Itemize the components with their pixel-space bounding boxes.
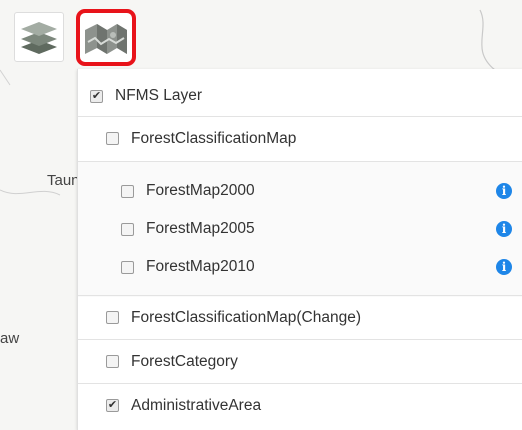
layer-row-forest-category[interactable]: ForestCategory [78,339,522,383]
map-place-label-aw: aw [0,330,20,347]
folded-map-icon [85,23,127,54]
nfms-layer-checkbox[interactable]: ✔ [90,89,103,103]
administrative-area-checkbox[interactable]: ✔ [106,399,119,412]
forestmap2000-checkbox[interactable] [121,184,134,198]
base-map-button[interactable] [76,9,136,66]
layer-row-forestmap2010[interactable]: ForestMap2010 i [78,248,522,286]
layer-label: ForestMap2000 [146,182,255,199]
layer-panel: ✔ NFMS Layer ForestClassificationMap For… [77,69,522,430]
layers-button[interactable] [14,12,64,62]
forest-category-checkbox[interactable] [106,355,119,368]
layer-row-forest-classification-map-change[interactable]: ForestClassificationMap(Change) [78,295,522,339]
layer-row-nfms[interactable]: ✔ NFMS Layer [78,77,522,115]
info-icon[interactable]: i [496,221,512,237]
layer-label: ForestMap2005 [146,220,255,237]
info-icon[interactable]: i [496,183,512,199]
layer-label: ForestClassificationMap [131,129,297,147]
layer-row-administrative-area[interactable]: ✔ AdministrativeArea [78,383,522,427]
forestmap2005-checkbox[interactable] [121,222,134,236]
layers-stack-icon [21,22,57,54]
layer-label: ForestCategory [131,352,238,370]
layer-label: ForestMap2010 [146,258,255,275]
layer-label: NFMS Layer [115,87,202,104]
forestmap2010-checkbox[interactable] [121,260,134,274]
forest-classification-map-checkbox[interactable] [106,132,119,145]
info-icon[interactable]: i [496,259,512,275]
layer-row-forestmap2005[interactable]: ForestMap2005 i [78,210,522,248]
forest-classification-map-change-checkbox[interactable] [106,311,119,324]
layer-row-forest-classification-map[interactable]: ForestClassificationMap [78,116,522,160]
layer-row-forestmap2000[interactable]: ForestMap2000 i [78,172,522,210]
layer-label: AdministrativeArea [131,396,262,414]
layer-label: ForestClassificationMap(Change) [131,308,362,326]
